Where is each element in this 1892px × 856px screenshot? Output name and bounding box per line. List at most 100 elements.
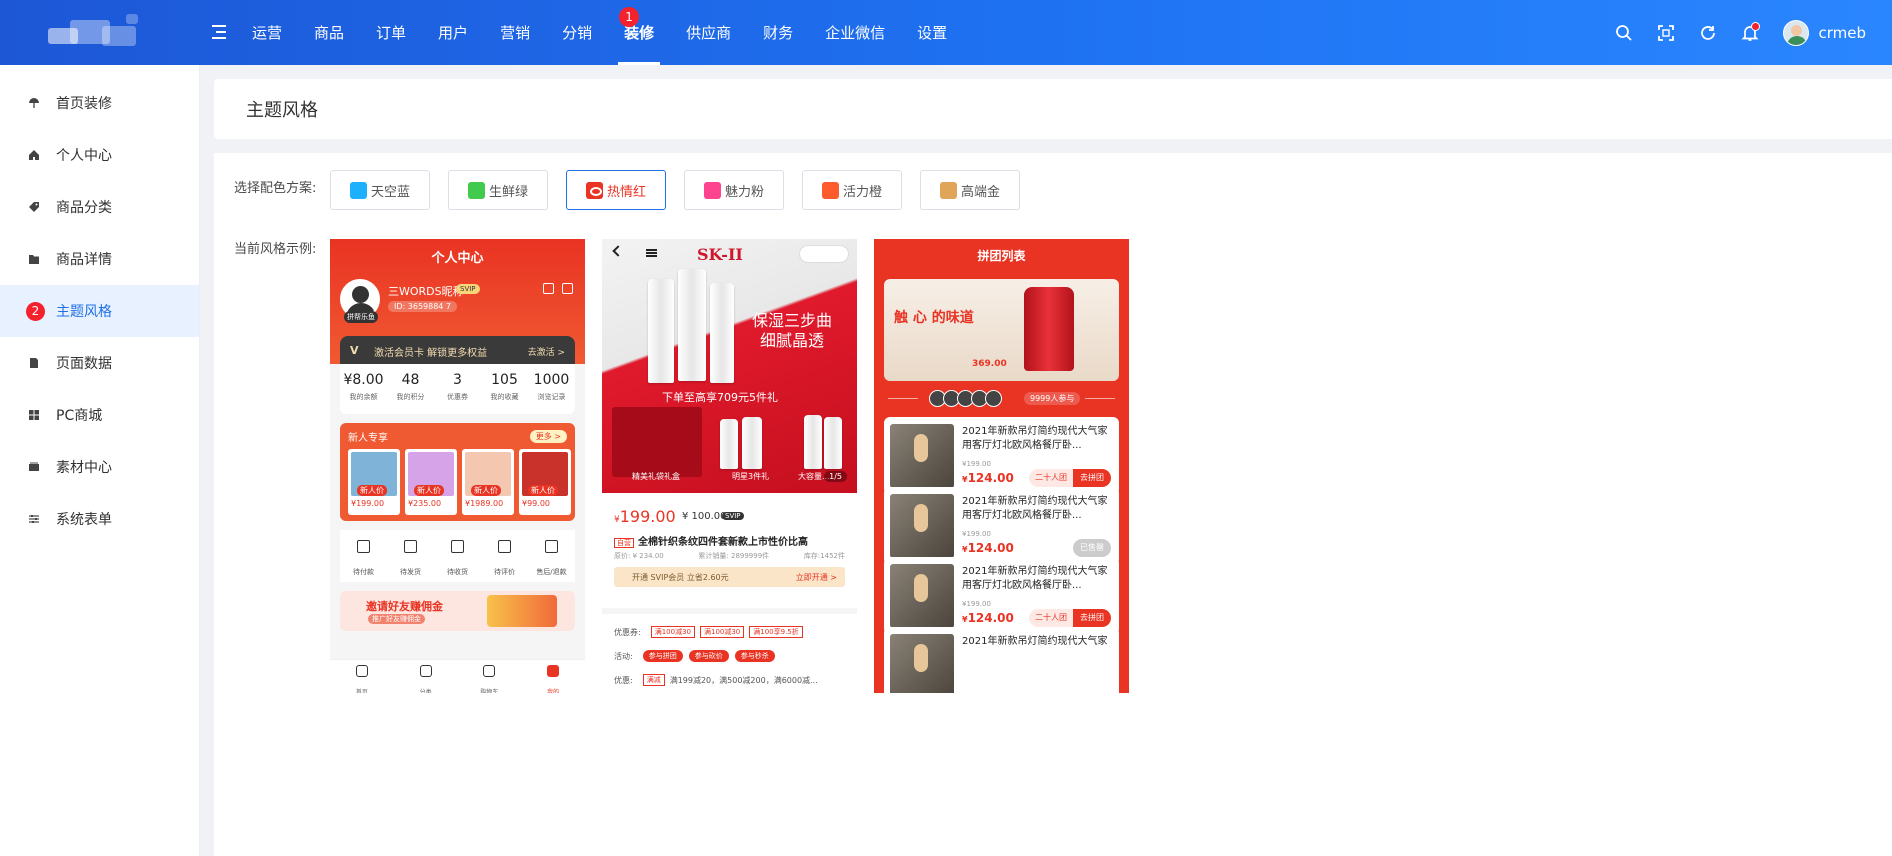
sidebar-item[interactable]: 2 主题风格: [0, 285, 199, 337]
order-shortcuts: 待付款 待发货 待收货 待评价 售后/退款: [340, 530, 575, 582]
color-scheme-option[interactable]: 天空蓝: [330, 170, 430, 210]
gift-box: [612, 407, 702, 477]
color-chip: [821, 181, 839, 199]
participants-row: 9999人参与: [884, 389, 1119, 409]
color-scheme-option[interactable]: 热情红: [566, 170, 666, 210]
product-price: ¥199.00: [614, 507, 676, 526]
color-scheme-option[interactable]: 生鲜绿: [448, 170, 548, 210]
product-image: [890, 424, 954, 488]
color-scheme-option[interactable]: 魅力粉: [684, 170, 784, 210]
sidebar-item[interactable]: 系统表单: [0, 493, 199, 545]
color-scheme-option[interactable]: 高端金: [920, 170, 1020, 210]
promo-strip: 下单至高享709元5件礼: [662, 391, 778, 404]
umbrella-icon: [28, 97, 40, 109]
svip-badge: SVIP: [722, 512, 744, 520]
order-shortcut: 待收货: [434, 530, 481, 582]
product-card: 新人价 ¥99.00: [519, 449, 571, 515]
sidebar-item[interactable]: 个人中心: [0, 129, 199, 181]
bottom-tab-bar: 首页 分类 购物车 我的: [330, 659, 585, 693]
banner-slogan: 触 心 的味道: [894, 310, 974, 326]
product-meta: 原价: ¥ 234.00 累计销量: 2899999件 库存:1452件: [614, 552, 845, 560]
activity-tag: 参与砍价: [688, 650, 729, 662]
sidebar-item[interactable]: 素材中心: [0, 441, 199, 493]
preview-group-list: 拼团列表 触 心 的味道 369.00 9999人参与 2021年新款吊灯简约现…: [874, 239, 1129, 693]
sidebar-item-label: 个人中心: [56, 148, 112, 164]
discount-row: 优惠: 满减 满199减20，满500减200，满6000减...: [614, 674, 818, 686]
gift-image: [487, 595, 557, 627]
activity-row: 活动: 参与拼团 参与砍价 参与秒杀: [614, 650, 781, 662]
windows-icon: [28, 409, 40, 421]
nav-item[interactable]: 装修 1: [608, 0, 670, 65]
new-user-section: 新人专享 更多 > 新人价 ¥199.00 新人价 ¥235.00 新人价 ¥1989.0…: [340, 423, 575, 521]
section-title: 新人专享: [348, 433, 388, 444]
user-menu[interactable]: crmeb: [1783, 19, 1866, 46]
sidebar-item[interactable]: 首页装修: [0, 77, 199, 129]
stat-item: 1000 浏览记录: [533, 372, 570, 401]
sidebar-item[interactable]: PC商城: [0, 389, 199, 441]
user-id: ID: 3659884 7: [388, 301, 458, 312]
product-name: 自营 全棉针织条纹四件套新款上市性价比高: [614, 533, 808, 548]
invite-banner: 邀请好友赚佣金 推广好友赚佣金: [340, 591, 575, 631]
refresh-icon[interactable]: [1687, 12, 1729, 54]
vip-icon: V: [350, 344, 359, 357]
sidebar-item-label: 首页装修: [56, 96, 112, 112]
nav-item[interactable]: 订单: [360, 0, 422, 65]
sidebar-item-label: PC商城: [56, 408, 103, 424]
sidebar-item[interactable]: 商品详情: [0, 233, 199, 285]
nav-item[interactable]: 财务: [747, 0, 809, 65]
coupon-tag: 满100享9.5折: [749, 626, 803, 638]
sidebar-item-label: 系统表单: [56, 512, 112, 528]
folder-icon: [28, 253, 40, 265]
nav-item[interactable]: 用户: [422, 0, 484, 65]
header-icons: [535, 283, 573, 294]
color-chip: [703, 181, 721, 199]
tag-icon: [28, 201, 40, 213]
nav-item[interactable]: 企业微信: [809, 0, 901, 65]
color-chip: [585, 181, 603, 199]
tab-item: 分类: [394, 660, 458, 693]
page-title: 主题风格: [246, 100, 318, 121]
menu-toggle-icon[interactable]: [212, 24, 230, 40]
order-shortcut: 待发货: [387, 530, 434, 582]
brand-logo: SK-II: [697, 245, 743, 264]
message-icon: [562, 283, 573, 294]
product-image: [890, 634, 954, 693]
sidebar-item[interactable]: 页面数据: [0, 337, 199, 389]
qrcode-icon: [543, 283, 554, 294]
sidebar-item[interactable]: 商品分类: [0, 181, 199, 233]
nav-item[interactable]: 设置: [901, 0, 963, 65]
vip-price: ¥ 100.00: [682, 511, 727, 522]
caption: 精美礼袋礼盒: [632, 472, 680, 481]
page-title-card: 主题风格: [214, 79, 1892, 139]
sidebar: 首页装修个人中心商品分类 商品详情 2 主题风格页面数据 PC商城素材中心系统表单: [0, 65, 200, 856]
search-icon[interactable]: [1603, 12, 1645, 54]
preview-phones: 个人中心 拼帮乐鱼 三WORDS昵称 SVIP ID: 3659884 7 V …: [330, 239, 1146, 693]
sidebar-badge: 2: [26, 302, 45, 321]
nav-item[interactable]: 运营: [236, 0, 298, 65]
media-icon: [28, 461, 40, 473]
nav-item[interactable]: 商品: [298, 0, 360, 65]
nav-item[interactable]: 供应商: [670, 0, 747, 65]
coupon-row: 优惠券: 满100减30 满100减30 满100享9.5折: [614, 626, 808, 638]
color-chip: [349, 181, 367, 199]
preview-user-center: 个人中心 拼帮乐鱼 三WORDS昵称 SVIP ID: 3659884 7 V …: [330, 239, 585, 693]
sidebar-item-label: 素材中心: [56, 460, 112, 476]
sidebar-item-label: 页面数据: [56, 356, 112, 372]
stat-item: ¥8.00 我的余额: [343, 372, 384, 401]
order-shortcut: 待评价: [481, 530, 528, 582]
product-card: 新人价 ¥1989.00: [462, 449, 514, 515]
vip-text: 激活会员卡 解锁更多权益: [374, 348, 488, 359]
scheme-label: 选择配色方案:: [234, 181, 317, 196]
vip-link: 去激活 >: [527, 348, 565, 358]
username: crmeb: [1818, 23, 1866, 42]
group-banner: 触 心 的味道 369.00: [884, 279, 1119, 381]
nav-item[interactable]: 分销: [546, 0, 608, 65]
bell-icon[interactable]: [1729, 12, 1771, 54]
tab-item: 购物车: [458, 660, 522, 693]
logo[interactable]: [44, 14, 156, 54]
nav-item[interactable]: 营销: [484, 0, 546, 65]
stat-item: 3 优惠券: [447, 372, 468, 401]
fullscreen-icon[interactable]: [1645, 12, 1687, 54]
color-scheme-option[interactable]: 活力橙: [802, 170, 902, 210]
tab-item: 我的: [521, 660, 585, 693]
